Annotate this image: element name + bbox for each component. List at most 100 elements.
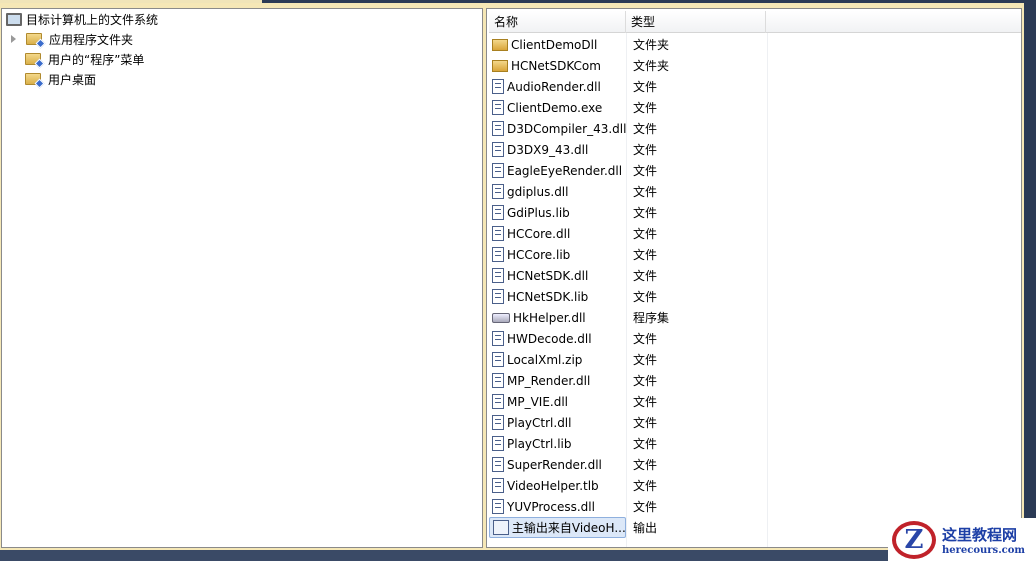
list-cell-name[interactable]: ClientDemo.exe bbox=[489, 97, 626, 118]
list-row[interactable]: LocalXml.zip 文件 bbox=[489, 349, 766, 370]
list-row[interactable]: D3DX9_43.dll 文件 bbox=[489, 139, 766, 160]
file-icon bbox=[492, 205, 504, 220]
list-row[interactable]: D3DCompiler_43.dll 文件 bbox=[489, 118, 766, 139]
list-cell-name[interactable]: HCNetSDK.dll bbox=[489, 265, 626, 286]
list-row[interactable]: HCNetSDKCom 文件夹 bbox=[489, 55, 766, 76]
list-cell-name[interactable]: MP_VIE.dll bbox=[489, 391, 626, 412]
list-cell-name[interactable]: gdiplus.dll bbox=[489, 181, 626, 202]
file-icon bbox=[492, 268, 504, 283]
list-cell-name[interactable]: AudioRender.dll bbox=[489, 76, 626, 97]
file-icon bbox=[492, 289, 504, 304]
watermark-url: herecours.com bbox=[942, 544, 1026, 556]
list-row[interactable]: HWDecode.dll 文件 bbox=[489, 328, 766, 349]
list-cell-name[interactable]: ClientDemoDll bbox=[489, 34, 626, 55]
list-cell-type: 文件 bbox=[633, 185, 658, 199]
list-row[interactable]: HCNetSDK.dll 文件 bbox=[489, 265, 766, 286]
list-cell-name[interactable]: PlayCtrl.lib bbox=[489, 433, 626, 454]
list-cell-type: 文件 bbox=[633, 395, 658, 409]
file-name: HCCore.lib bbox=[507, 247, 571, 262]
file-name: HCNetSDK.lib bbox=[507, 289, 589, 304]
list-row[interactable]: GdiPlus.lib 文件 bbox=[489, 202, 766, 223]
list-row[interactable]: SuperRender.dll 文件 bbox=[489, 454, 766, 475]
list-cell-name[interactable]: HCCore.dll bbox=[489, 223, 626, 244]
list-cell-name[interactable]: EagleEyeRender.dll bbox=[489, 160, 626, 181]
list-row[interactable]: VideoHelper.tlb 文件 bbox=[489, 475, 766, 496]
list-row[interactable]: 主输出来自VideoH... 输出 bbox=[489, 517, 766, 538]
file-icon bbox=[492, 394, 504, 409]
file-icon bbox=[492, 226, 504, 241]
list-cell-name[interactable]: VideoHelper.tlb bbox=[489, 475, 626, 496]
assembly-icon bbox=[492, 312, 510, 323]
status-bar bbox=[0, 550, 1036, 561]
column-header-type[interactable]: 类型 bbox=[626, 11, 766, 33]
list-cell-name[interactable]: SuperRender.dll bbox=[489, 454, 626, 475]
computer-icon bbox=[6, 12, 22, 26]
file-name: PlayCtrl.dll bbox=[507, 415, 572, 430]
list-row[interactable]: ClientDemo.exe 文件 bbox=[489, 97, 766, 118]
list-row[interactable]: MP_Render.dll 文件 bbox=[489, 370, 766, 391]
list-row[interactable]: ClientDemoDll 文件夹 bbox=[489, 34, 766, 55]
list-row[interactable]: HCNetSDK.lib 文件 bbox=[489, 286, 766, 307]
column-header-name[interactable]: 名称 bbox=[489, 11, 626, 33]
file-name: EagleEyeRender.dll bbox=[507, 163, 623, 178]
list-cell-type: 文件 bbox=[633, 458, 658, 472]
special-folder-icon bbox=[25, 53, 45, 69]
file-name: HCNetSDK.dll bbox=[507, 268, 589, 283]
output-icon bbox=[493, 520, 509, 535]
list-row[interactable]: gdiplus.dll 文件 bbox=[489, 181, 766, 202]
file-name: HCCore.dll bbox=[507, 226, 571, 241]
file-name: AudioRender.dll bbox=[507, 79, 601, 94]
list-cell-name[interactable]: HCNetSDKCom bbox=[489, 55, 626, 76]
list-header: 名称 类型 bbox=[489, 11, 1021, 33]
file-name: LocalXml.zip bbox=[507, 352, 583, 367]
file-name: PlayCtrl.lib bbox=[507, 436, 572, 451]
list-cell-name[interactable]: YUVProcess.dll bbox=[489, 496, 626, 517]
list-row[interactable]: PlayCtrl.dll 文件 bbox=[489, 412, 766, 433]
list-row[interactable]: AudioRender.dll 文件 bbox=[489, 76, 766, 97]
file-name: HCNetSDKCom bbox=[511, 58, 601, 73]
watermark-title: 这里教程网 bbox=[942, 525, 1018, 544]
expand-arrow-icon[interactable] bbox=[11, 35, 16, 43]
tree-root[interactable]: 目标计算机上的文件系统 bbox=[6, 9, 158, 29]
file-icon bbox=[492, 352, 504, 367]
list-cell-name[interactable]: HCNetSDK.lib bbox=[489, 286, 626, 307]
tree-item-application-folder[interactable]: 应用程序文件夹 bbox=[11, 29, 133, 49]
file-icon bbox=[492, 373, 504, 388]
list-row[interactable]: YUVProcess.dll 文件 bbox=[489, 496, 766, 517]
list-cell-name[interactable]: MP_Render.dll bbox=[489, 370, 626, 391]
list-cell-type: 文件夹 bbox=[633, 59, 670, 73]
list-cell-name[interactable]: LocalXml.zip bbox=[489, 349, 626, 370]
list-cell-type: 文件 bbox=[633, 353, 658, 367]
list-cell-type: 文件 bbox=[633, 290, 658, 304]
list-cell-name[interactable]: HWDecode.dll bbox=[489, 328, 626, 349]
list-cell-type: 文件 bbox=[633, 227, 658, 241]
file-system-tree: 目标计算机上的文件系统 应用程序文件夹 用户的“程序”菜单 用户桌面 bbox=[1, 8, 483, 548]
list-row[interactable]: HCCore.dll 文件 bbox=[489, 223, 766, 244]
list-cell-name[interactable]: D3DX9_43.dll bbox=[489, 139, 626, 160]
file-icon bbox=[492, 163, 504, 178]
list-row[interactable]: PlayCtrl.lib 文件 bbox=[489, 433, 766, 454]
list-cell-type: 文件 bbox=[633, 206, 658, 220]
list-cell-type: 文件 bbox=[633, 332, 658, 346]
list-cell-name[interactable]: D3DCompiler_43.dll bbox=[489, 118, 626, 139]
watermark-logo: Z bbox=[892, 520, 936, 559]
tree-item-programs-menu[interactable]: 用户的“程序”菜单 bbox=[25, 49, 144, 69]
list-cell-type: 文件 bbox=[633, 479, 658, 493]
file-name: MP_Render.dll bbox=[507, 373, 591, 388]
list-row[interactable]: HCCore.lib 文件 bbox=[489, 244, 766, 265]
file-name: ClientDemoDll bbox=[511, 37, 598, 52]
list-cell-name[interactable]: 主输出来自VideoH... bbox=[489, 517, 626, 538]
list-cell-type: 程序集 bbox=[633, 311, 670, 325]
list-cell-name[interactable]: HCCore.lib bbox=[489, 244, 626, 265]
folder-icon bbox=[492, 38, 508, 51]
list-row[interactable]: EagleEyeRender.dll 文件 bbox=[489, 160, 766, 181]
tree-item-label: 应用程序文件夹 bbox=[49, 32, 134, 47]
list-row[interactable]: HkHelper.dll 程序集 bbox=[489, 307, 766, 328]
list-cell-name[interactable]: GdiPlus.lib bbox=[489, 202, 626, 223]
tree-item-user-desktop[interactable]: 用户桌面 bbox=[25, 69, 96, 89]
list-cell-type: 文件 bbox=[633, 437, 658, 451]
list-row[interactable]: MP_VIE.dll 文件 bbox=[489, 391, 766, 412]
list-cell-name[interactable]: PlayCtrl.dll bbox=[489, 412, 626, 433]
list-cell-type: 输出 bbox=[633, 521, 658, 535]
list-cell-name[interactable]: HkHelper.dll bbox=[489, 307, 626, 328]
